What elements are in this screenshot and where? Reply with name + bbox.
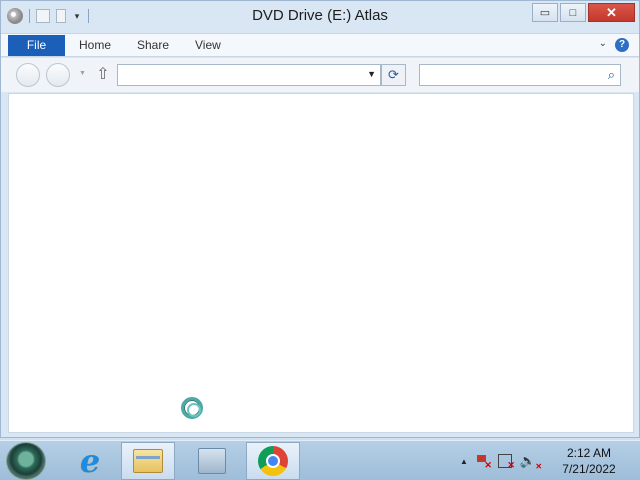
maximize-icon: □: [569, 6, 577, 19]
forward-button[interactable]: [46, 63, 70, 87]
taskbar-clock[interactable]: 2:12 AM 7/21/2022: [552, 445, 626, 477]
back-button[interactable]: [16, 63, 40, 87]
tab-share[interactable]: Share: [137, 38, 169, 52]
action-center-icon[interactable]: [476, 454, 492, 471]
folder-icon: [133, 449, 163, 473]
address-dropdown-icon[interactable]: ▼: [367, 69, 376, 79]
file-list-area[interactable]: [8, 93, 634, 433]
tab-home[interactable]: Home: [79, 38, 111, 52]
clock-time: 2:12 AM: [566, 446, 612, 460]
taskbar-app-chrome[interactable]: [246, 442, 300, 480]
navigation-bar: ▼ ⇧ ▼ ⟳ ⌕: [1, 58, 639, 92]
title-bar[interactable]: ▾ DVD Drive (E:) Atlas ▭ □ ✕: [1, 1, 639, 31]
show-hidden-icons-icon[interactable]: ▲: [460, 457, 468, 466]
start-button[interactable]: [6, 442, 46, 480]
search-icon: ⌕: [607, 67, 615, 82]
taskbar-app-internet-explorer[interactable]: e: [63, 442, 117, 480]
volume-icon[interactable]: 🔈: [520, 453, 542, 471]
help-icon[interactable]: ?: [615, 38, 629, 52]
window-controls: ▭ □ ✕: [532, 3, 635, 22]
ribbon-tab-bar: File Home Share View ⌄ ?: [1, 33, 639, 57]
explorer-window: ▾ DVD Drive (E:) Atlas ▭ □ ✕ File Home S…: [0, 0, 640, 438]
minimize-button[interactable]: ▭: [532, 3, 558, 22]
server-manager-icon: [198, 448, 226, 474]
expand-ribbon-icon[interactable]: ⌄: [599, 38, 607, 49]
system-tray: ▲ 🔈: [460, 453, 542, 471]
minimize-icon: ▭: [539, 7, 551, 19]
taskbar-app-file-explorer[interactable]: [121, 442, 175, 480]
chrome-icon: [258, 446, 288, 476]
tab-file[interactable]: File: [8, 35, 65, 56]
taskbar: e ▲ 🔈 2:12 AM 7/21/2022: [0, 440, 640, 480]
taskbar-app-server-manager[interactable]: [185, 442, 239, 480]
up-arrow-icon[interactable]: ⇧: [95, 66, 111, 84]
ie-icon: e: [79, 442, 101, 480]
tab-view[interactable]: View: [195, 38, 221, 52]
refresh-icon[interactable]: ⟳: [381, 64, 406, 86]
close-button[interactable]: ✕: [588, 3, 635, 22]
search-input[interactable]: ⌕: [419, 64, 621, 86]
recent-locations-dropdown-icon[interactable]: ▼: [79, 70, 86, 77]
close-icon: ✕: [606, 4, 617, 20]
clock-date: 7/21/2022: [562, 462, 616, 476]
address-bar[interactable]: ▼: [117, 64, 381, 86]
network-icon[interactable]: [497, 454, 515, 471]
busy-cursor-icon: [181, 397, 203, 419]
maximize-button[interactable]: □: [560, 3, 586, 22]
